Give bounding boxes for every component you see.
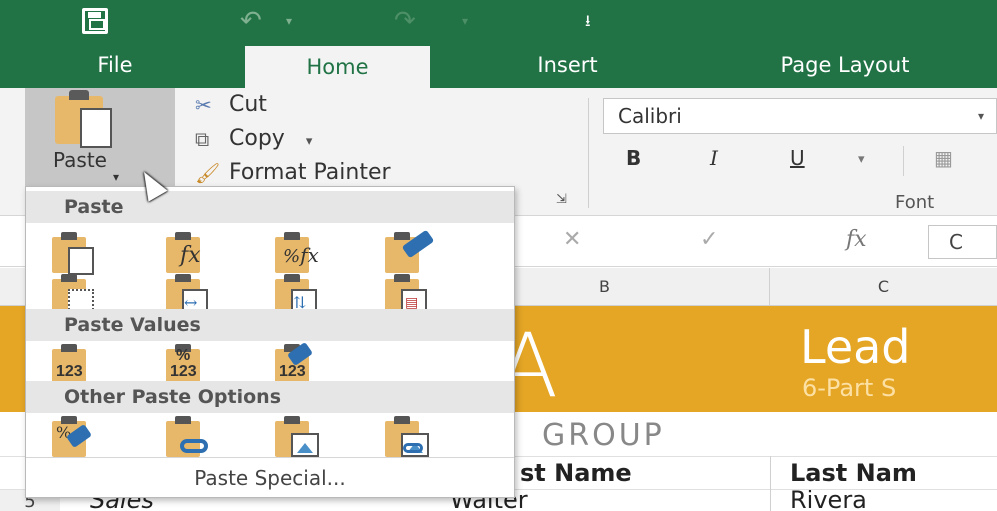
underline-dropdown-icon[interactable]: ▾ (858, 152, 865, 167)
paste-option-keep-source-formatting[interactable] (381, 229, 435, 277)
tab-home[interactable]: Home (245, 46, 430, 88)
undo-icon[interactable]: ↶ (240, 8, 276, 34)
bold-button[interactable]: B (626, 146, 641, 170)
paste-special-button[interactable]: Paste Special... (26, 457, 514, 497)
format-painter-icon: 🖌 (195, 161, 221, 185)
paste-dropdown-icon[interactable]: ▾ (113, 170, 119, 184)
paste-option-formulas-number-formatting[interactable]: %fx (271, 229, 323, 277)
cell-last-name[interactable]: Rivera (790, 490, 867, 511)
group-separator (903, 146, 904, 176)
quick-access-toolbar: ↶ ▾ ↷ ▾ ⭳ (0, 0, 997, 44)
copy-icon: ⧉ (195, 127, 210, 151)
section-other-paste-options: Other Paste Options (26, 381, 514, 413)
formula-input[interactable]: C (928, 225, 997, 259)
section-paste-values: Paste Values (26, 309, 514, 341)
paste-option-paste-link[interactable] (162, 413, 214, 461)
clipboard-launcher-icon[interactable]: ⇲ (556, 192, 567, 207)
font-name-box[interactable]: Calibri ▾ (603, 98, 997, 134)
enter-icon[interactable]: ✓ (700, 227, 718, 252)
group-separator (588, 98, 589, 208)
scissors-icon: ✂ (195, 93, 212, 117)
cut-button[interactable]: ✂ Cut (195, 90, 267, 120)
italic-button[interactable]: I (710, 146, 718, 170)
grid-line (770, 456, 771, 511)
tab-file[interactable]: File (60, 44, 170, 88)
font-group-label: Font (895, 192, 935, 213)
values-glyph: 123 (279, 363, 306, 380)
cancel-icon[interactable]: ✕ (563, 227, 581, 252)
font-dropdown-icon[interactable]: ▾ (966, 99, 996, 133)
banner-subtitle: 6-Part S (802, 374, 897, 402)
section-paste: Paste (26, 191, 514, 223)
cut-label: Cut (229, 92, 267, 117)
font-name: Calibri (618, 104, 682, 128)
format-painter-label: Format Painter (229, 160, 391, 185)
excel-window: ↶ ▾ ↷ ▾ ⭳ File Home Insert Page Layout P… (0, 0, 997, 511)
ribbon-tabs: File Home Insert Page Layout (0, 44, 997, 88)
column-header-c[interactable]: C (770, 268, 997, 306)
paste-option-paste[interactable] (48, 229, 100, 277)
copy-dropdown-icon[interactable]: ▾ (306, 134, 313, 149)
paste-option-formatting[interactable]: % (48, 413, 100, 461)
save-icon[interactable] (82, 8, 108, 34)
banner-title: Lead (800, 320, 911, 374)
customize-toolbar-icon[interactable]: ⭳ (585, 8, 601, 34)
borders-icon[interactable]: ▦ (934, 146, 953, 170)
paste-options-menu: Paste fx %fx ↔ ⇅ ▤ Paste Values 123 % 12… (25, 186, 515, 498)
values-glyph: 123 (56, 363, 83, 380)
format-painter-button[interactable]: 🖌 Format Painter (195, 158, 391, 188)
fx-glyph: fx (180, 243, 201, 268)
redo-dropdown-icon[interactable]: ▾ (462, 8, 478, 34)
paste-label: Paste (53, 148, 107, 172)
percent-fx-glyph: %fx (283, 243, 319, 267)
tab-insert[interactable]: Insert (500, 44, 635, 88)
copy-label: Copy (229, 126, 285, 151)
paste-option-formulas[interactable]: fx (162, 229, 214, 277)
group-text: GROUP (542, 418, 665, 453)
paste-page-icon (80, 108, 112, 148)
redo-icon[interactable]: ↷ (394, 8, 430, 34)
copy-button[interactable]: ⧉ Copy ▾ (195, 124, 312, 154)
insert-function-icon[interactable]: fx (846, 227, 867, 252)
paste-option-picture[interactable] (271, 413, 323, 461)
header-first-name[interactable]: st Name (520, 459, 632, 487)
tab-page-layout[interactable]: Page Layout (715, 44, 975, 88)
underline-button[interactable]: U (790, 146, 805, 170)
paste-option-linked-picture[interactable] (381, 413, 433, 461)
header-last-name[interactable]: Last Nam (790, 459, 917, 487)
undo-dropdown-icon[interactable]: ▾ (286, 8, 302, 34)
values-glyph: 123 (170, 363, 197, 380)
